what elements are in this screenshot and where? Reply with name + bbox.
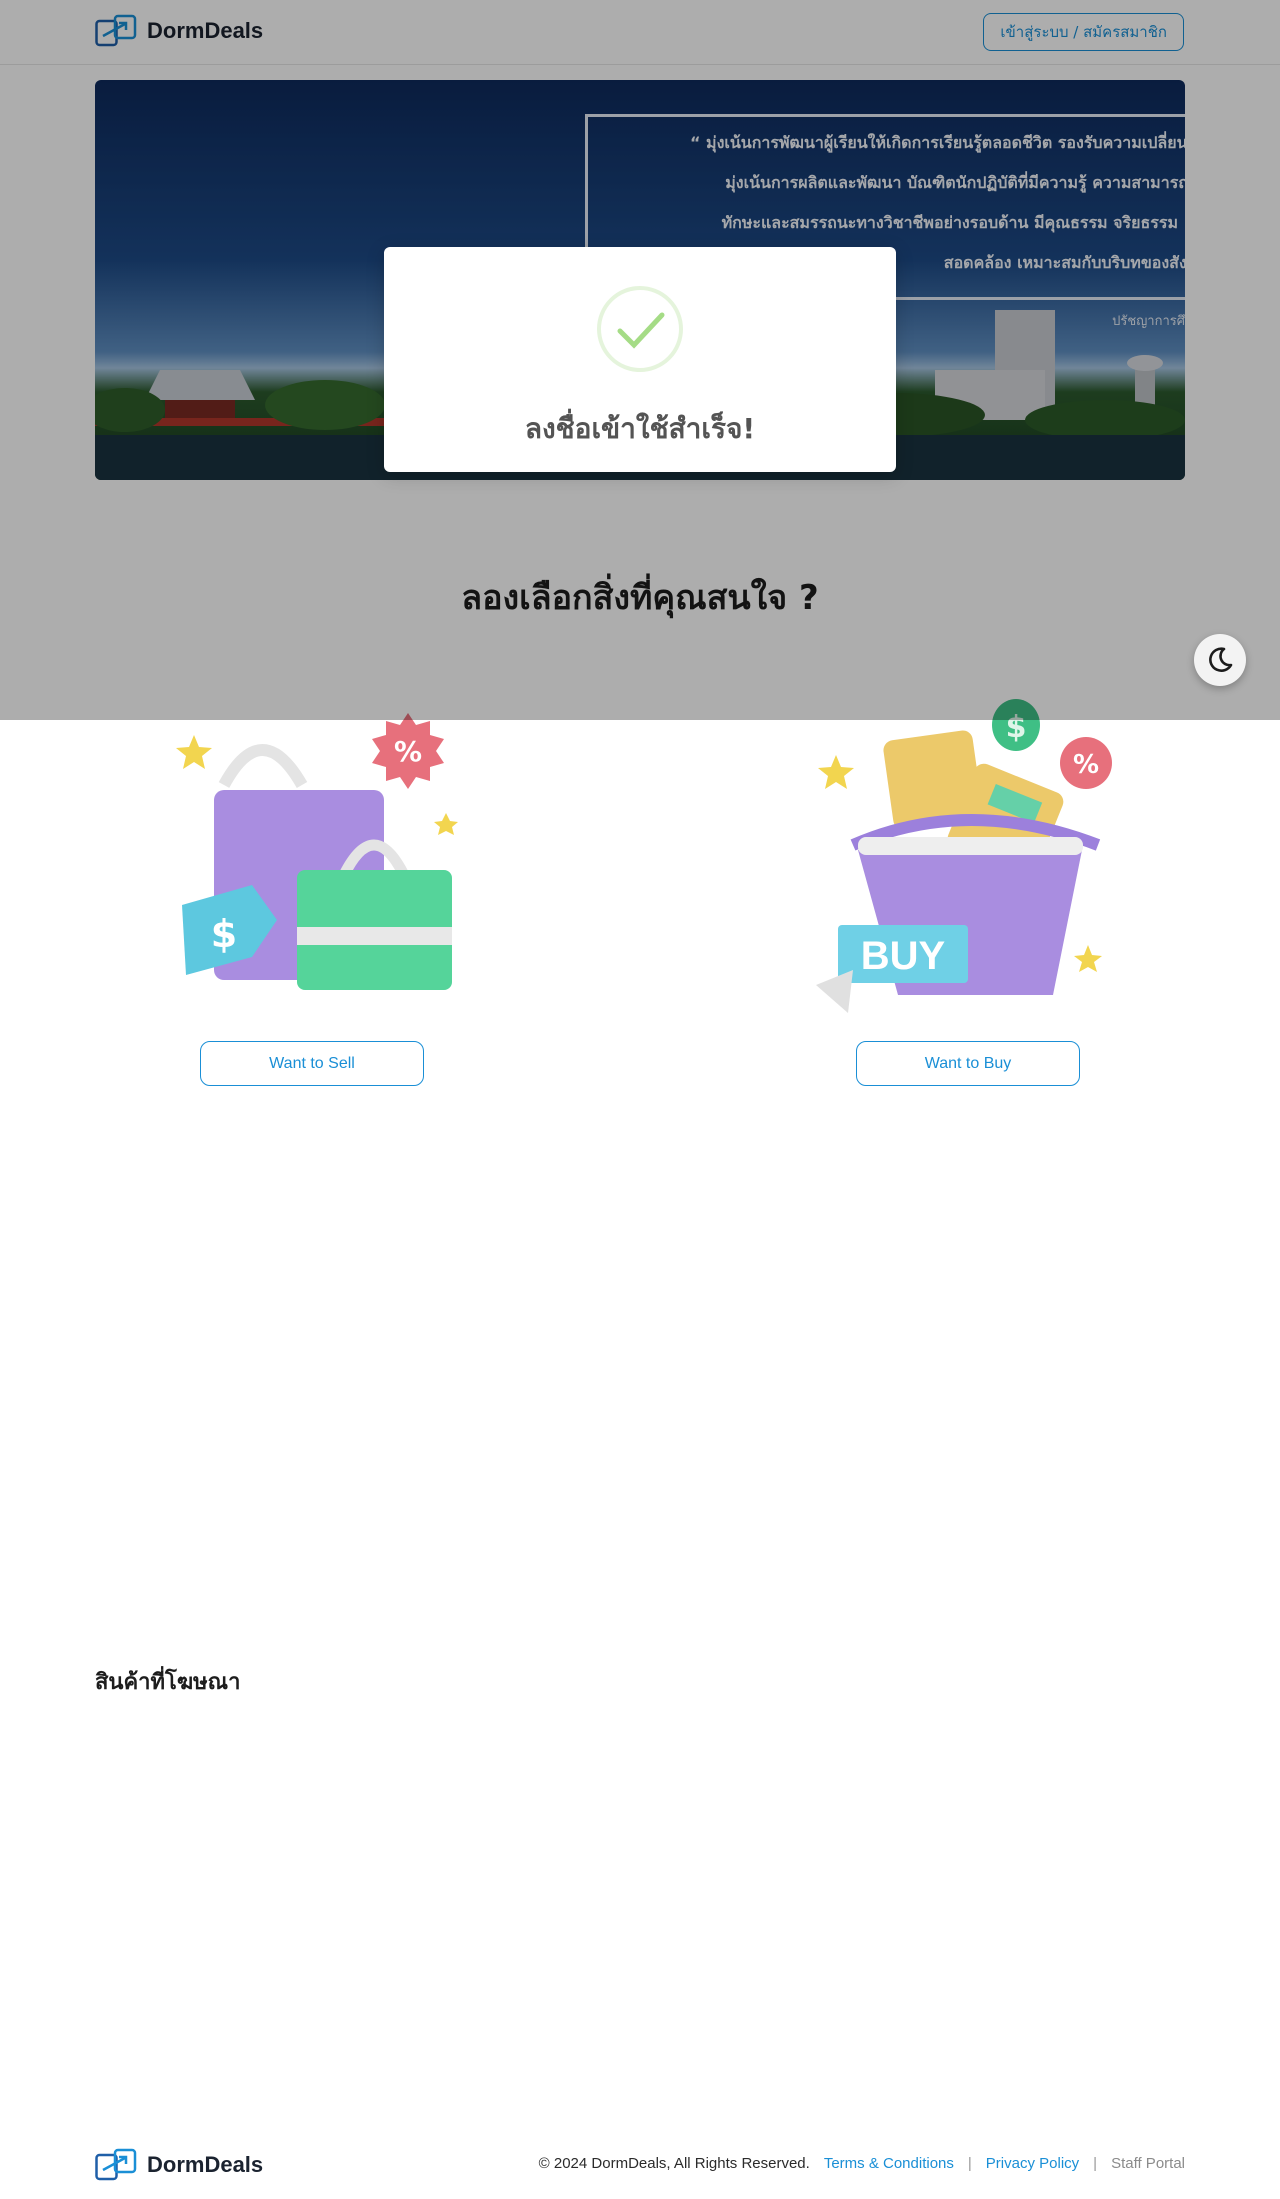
dormdeals-logo-icon <box>95 2148 137 2181</box>
site-footer: DormDeals © 2024 DormDeals, All Rights R… <box>0 2130 1280 2199</box>
want-to-buy-button[interactable]: Want to Buy <box>856 1041 1080 1086</box>
want-to-sell-button[interactable]: Want to Sell <box>200 1041 424 1086</box>
footer-separator: | <box>967 2155 972 2172</box>
footer-brand[interactable]: DormDeals <box>95 2148 263 2182</box>
login-success-dialog: ลงชื่อเข้าใช้สำเร็จ! <box>384 247 896 472</box>
privacy-link[interactable]: Privacy Policy <box>986 2155 1079 2172</box>
footer-links: © 2024 DormDeals, All Rights Reserved. T… <box>539 2155 1185 2172</box>
terms-link[interactable]: Terms & Conditions <box>824 2155 954 2172</box>
dialog-title: ลงชื่อเข้าใช้สำเร็จ! <box>524 412 756 445</box>
svg-text:$: $ <box>211 912 237 956</box>
shopping-basket-illustration: $ % BUY <box>816 699 1112 1013</box>
moon-icon <box>1209 647 1233 672</box>
buy-card: $ % BUY Want to Buy <box>808 695 1128 1086</box>
footer-brand-name: DormDeals <box>147 2152 264 2177</box>
dark-mode-toggle[interactable] <box>1194 634 1246 686</box>
footer-separator: | <box>1093 2155 1098 2172</box>
check-circle-icon <box>597 286 683 372</box>
staff-portal-link[interactable]: Staff Portal <box>1111 2155 1185 2172</box>
buy-badge-text: BUY <box>861 934 946 978</box>
svg-text:%: % <box>1073 750 1099 780</box>
sell-card: % $ Want to Sell <box>152 695 472 1086</box>
advertised-products-heading: สินค้าที่โฆษณา <box>95 1670 241 1695</box>
copyright-text: © 2024 DormDeals, All Rights Reserved. <box>538 2155 810 2172</box>
svg-text:%: % <box>394 735 422 768</box>
shopping-bags-illustration: % $ <box>176 713 458 990</box>
